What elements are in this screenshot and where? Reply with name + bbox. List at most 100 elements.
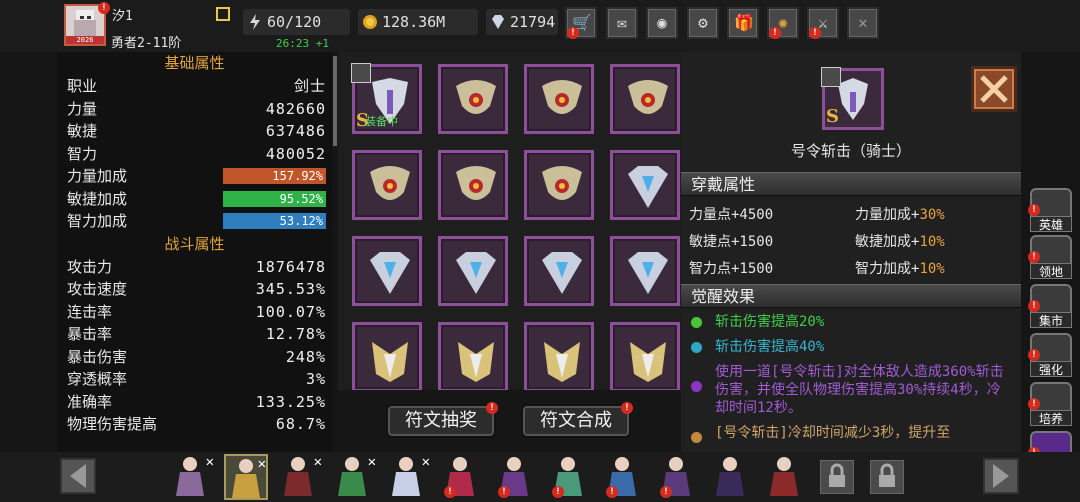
rune-slot[interactable] [438,150,508,220]
hero-portrait[interactable]: ! [440,454,484,500]
gift-button[interactable]: 🎁 [727,7,759,39]
rune-slot[interactable]: S 装备中 [351,63,422,134]
rune-merge-button[interactable]: 符文合成! [521,402,633,438]
arrow-right-icon [993,464,1009,488]
alert-icon: ! [606,486,618,498]
rune-slot[interactable] [610,64,680,134]
battle-sword-button[interactable]: ⚔! [807,7,839,39]
stats-scrollbar[interactable] [333,56,337,146]
rune-slot[interactable] [610,322,680,390]
gamepad-button[interactable]: ◉ [646,7,678,39]
hero-icon [176,457,204,496]
rune-slot[interactable] [438,236,508,306]
rune-draw-button[interactable]: 符文抽奖! [386,402,498,438]
hero-portrait[interactable]: ✕ [386,454,430,500]
hero-icon [716,457,744,496]
nav-hero[interactable]: 英雄! [1026,188,1076,234]
combat-attributes-title: 战斗属性 [164,234,225,253]
intellect-bonus-bar: 53.12% [223,213,326,229]
stat-row: 连击率 100.07% [67,302,326,321]
close-icon: ✕ [205,454,214,470]
rune-slot[interactable] [524,64,594,134]
locked-slot[interactable] [820,460,854,494]
stat-label: 敏捷 [67,122,98,140]
stat-value: 637486 [265,122,326,140]
mail-button[interactable]: ✉ [606,7,638,39]
effect-item: 斩击伤害提高20% [689,313,1019,331]
rune-horn-icon [370,166,410,200]
player-avatar[interactable]: 2026 ! [64,2,110,46]
equipped-label: 装备中 [365,115,398,128]
rune-grid: S 装备中 [338,52,681,390]
rune-slot[interactable] [524,150,594,220]
stat-label: 力量 [67,99,98,118]
rune-name: 号令斩击（骑士） [790,142,911,160]
agility-bonus-bar: 95.52% [223,190,326,207]
alert-icon: ! [1028,300,1040,312]
edit-icon[interactable] [216,7,230,21]
alert-icon: ! [769,27,781,39]
close-icon: ✕ [313,454,322,470]
settings-button[interactable]: ⚙ [687,7,719,39]
gold-value: 128.36M [382,13,446,31]
next-arrow-button[interactable] [983,458,1019,494]
nav-enhance[interactable]: 强化! [1026,333,1076,379]
close-button[interactable] [971,66,1017,112]
wheel-button[interactable]: ✺! [767,7,799,39]
rune-gold-icon [630,342,666,382]
rune-gem-icon [628,166,668,208]
stat-row: 暴击率 12.78% [67,325,326,343]
alert-icon: ! [1028,398,1040,410]
rune-slot[interactable] [352,322,422,390]
rune-draw-label: 符文抽奖 [405,410,477,431]
rune-slot[interactable] [524,236,594,306]
rune-slot[interactable] [352,150,422,220]
nav-train[interactable]: 培养! [1026,382,1076,428]
rune-slot[interactable] [352,236,422,306]
rune-slot[interactable] [610,236,680,306]
hero-portrait[interactable] [764,454,808,500]
alert-icon: ! [1028,204,1040,216]
rune-slot[interactable] [610,150,680,220]
gear-icon: ⚙ [698,13,708,32]
gold-display[interactable]: 128.36M [358,9,478,35]
locked-slot[interactable] [870,460,904,494]
stat-row: 攻击力 1876478 [67,257,326,276]
hero-portrait[interactable]: ! [656,454,700,500]
shop-button[interactable]: 🛒! [565,7,597,39]
stat-row: 攻击速度 345.53% [67,280,326,298]
top-bar: 2026 ! 汐1 勇者2-11阶 60/120 26:23 +1 128.36… [0,0,1080,52]
nav-territory[interactable]: 领地! [1026,235,1076,281]
sword-disabled-button[interactable]: ✕ [847,7,879,39]
stamina-value: 60/120 [267,13,322,31]
sword-class-icon [351,63,371,83]
lock-icon [829,463,845,487]
rune-gold-icon [544,342,580,382]
stamina-display[interactable]: 60/120 [243,9,350,35]
rune-slot[interactable] [524,322,594,390]
hero-portrait[interactable]: ! [548,454,592,500]
gem-display[interactable]: 21794 [486,9,558,35]
hero-portrait[interactable]: ! [602,454,646,500]
stat-row: 职业 剑士 [57,75,332,98]
alert-icon: ! [552,486,564,498]
prev-arrow-button[interactable] [60,458,96,494]
alert-icon: ! [567,27,579,39]
close-icon: ✕ [421,454,430,470]
alert-icon: ! [621,402,633,414]
lock-icon [879,463,895,487]
hero-portrait[interactable]: ! [494,454,538,500]
nav-market[interactable]: 集市! [1026,284,1076,330]
hero-portrait[interactable]: ✕ [170,454,214,500]
hero-portrait[interactable]: ✕ [278,454,322,500]
alert-icon: ! [1028,349,1040,361]
stat-right: 力量加成+30% [855,207,945,223]
rune-grade: S [826,106,839,127]
bonus-label: 敏捷加成 [67,189,128,208]
rune-slot[interactable] [438,64,508,134]
hero-portrait[interactable] [710,454,754,500]
hero-portrait[interactable]: ✕ [224,454,268,500]
hero-portrait[interactable]: ✕ [332,454,376,500]
sword-disabled-icon: ✕ [858,13,868,32]
rune-slot[interactable] [438,322,508,390]
